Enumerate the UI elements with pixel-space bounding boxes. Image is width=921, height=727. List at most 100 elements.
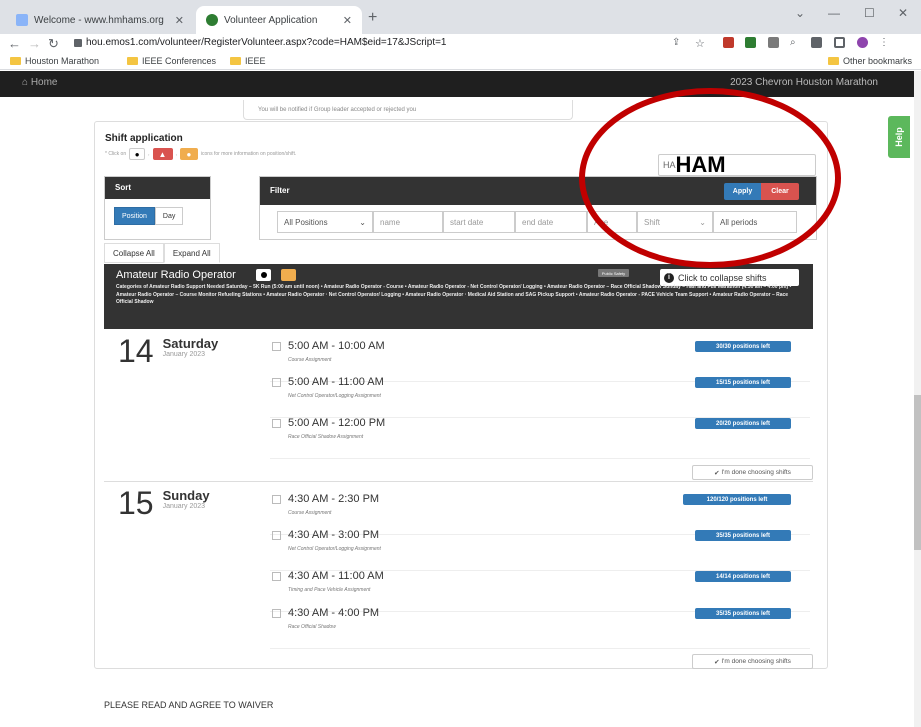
- start-date-input[interactable]: start date: [443, 211, 515, 233]
- shift-time: 4:30 AM - 3:00 PM: [288, 529, 380, 541]
- shift-checkbox[interactable]: [272, 342, 281, 351]
- positions-select[interactable]: All Positions ⌄: [277, 211, 373, 233]
- shift-assignment: Race Official Shadow: [288, 624, 336, 630]
- menu-icon[interactable]: ⋮: [879, 37, 890, 48]
- favicon-icon: [16, 14, 28, 26]
- shift-row[interactable]: 4:30 AM - 4:00 PM Race Official Shadow 3…: [270, 605, 810, 649]
- shift-checkbox[interactable]: [272, 495, 281, 504]
- shift-checkbox[interactable]: [272, 419, 281, 428]
- chevron-down-icon: ⌄: [359, 217, 366, 227]
- shift-assignment: Course Assignment: [288, 510, 332, 516]
- check-icon: ✔: [714, 469, 722, 477]
- other-bookmarks[interactable]: Other bookmarks: [828, 56, 912, 66]
- bookmarks-bar: Houston Marathon IEEE Conferences IEEE O…: [0, 54, 921, 70]
- category-title: Amateur Radio Operator: [116, 269, 236, 281]
- expand-all-tab[interactable]: Expand All: [163, 243, 220, 263]
- shift-assignment: Race Official Shadow Assignment: [288, 434, 364, 440]
- filter-title: Filter: [270, 186, 290, 195]
- shift-checkbox[interactable]: [272, 609, 281, 618]
- positions-left-badge: 35/35 positions left: [695, 530, 791, 541]
- shift-row[interactable]: 5:00 AM - 12:00 PM Race Official Shadow …: [270, 415, 810, 459]
- shift-time: 5:00 AM - 12:00 PM: [288, 417, 386, 429]
- minimize-icon[interactable]: —: [828, 6, 840, 20]
- shift-checkbox[interactable]: [272, 531, 281, 540]
- back-icon[interactable]: ←: [8, 36, 21, 51]
- folder-icon: [828, 57, 839, 65]
- day-month: January 2023: [162, 351, 206, 358]
- sort-buttons: Position Day: [114, 207, 184, 225]
- maximize-icon[interactable]: ☐: [864, 6, 875, 20]
- extension-icon[interactable]: [723, 37, 734, 48]
- close-icon[interactable]: ✕: [343, 14, 352, 27]
- collapse-tabs: Collapse All Expand All: [104, 243, 220, 263]
- address-bar-row: ← → ↻ hou.emos1.com/volunteer/RegisterVo…: [0, 34, 921, 54]
- extension-check-icon[interactable]: [745, 37, 756, 48]
- forward-icon[interactable]: →: [28, 36, 41, 51]
- day-month: January 2023: [162, 503, 206, 510]
- sort-day-button[interactable]: Day: [154, 207, 184, 225]
- tab-volunteer-application[interactable]: Volunteer Application ✕: [196, 6, 362, 34]
- done-choosing-button[interactable]: ✔ I'm done choosing shifts: [692, 465, 813, 480]
- bookmark-houston-marathon[interactable]: Houston Marathon: [10, 56, 99, 66]
- sort-position-button[interactable]: Position: [114, 207, 155, 225]
- category-header: Amateur Radio Operator Public Safety i C…: [104, 264, 813, 329]
- reload-icon[interactable]: ↻: [48, 36, 59, 52]
- favicon-icon: [206, 14, 218, 26]
- sidepanel-icon[interactable]: [834, 37, 845, 48]
- close-window-icon[interactable]: ✕: [898, 6, 908, 20]
- day-name: Saturday: [162, 336, 219, 351]
- search-icon[interactable]: ⌕: [790, 37, 801, 48]
- bookmark-ieee-conferences[interactable]: IEEE Conferences: [127, 56, 216, 66]
- star-icon[interactable]: ☆: [695, 37, 706, 50]
- tab-welcome[interactable]: Welcome - www.hmhams.org ✕: [6, 6, 194, 34]
- annotation-ellipse: [579, 88, 841, 268]
- shift-time: 4:30 AM - 11:00 AM: [288, 570, 384, 582]
- folder-icon: [10, 57, 21, 65]
- bookmark-ieee[interactable]: IEEE: [230, 56, 266, 66]
- day-name: Sunday: [162, 488, 210, 503]
- new-tab-icon[interactable]: +: [368, 9, 377, 27]
- name-input[interactable]: name: [373, 211, 443, 233]
- help-tab[interactable]: Help: [888, 116, 910, 158]
- shift-assignment: Net Control Operator/Logging Assignment: [288, 546, 381, 552]
- shift-assignment: Course Assignment: [288, 357, 332, 363]
- site-navbar: ⌂ Home 2023 Chevron Houston Marathon: [0, 71, 914, 97]
- star-icon[interactable]: [281, 269, 296, 281]
- shift-row[interactable]: 5:00 AM - 11:00 AM Net Control Operator/…: [270, 374, 810, 418]
- day-header-saturday: 14 Saturday January 2023: [118, 333, 219, 369]
- waiver-heading: PLEASE READ AND AGREE TO WAIVER: [104, 700, 274, 710]
- page-title: Shift application: [105, 133, 183, 144]
- lock-icon: [74, 39, 82, 47]
- day-number: 14: [118, 333, 154, 369]
- avatar[interactable]: [857, 37, 868, 48]
- shift-checkbox[interactable]: [272, 572, 281, 581]
- end-date-input[interactable]: end date: [515, 211, 587, 233]
- scrollbar-thumb[interactable]: [914, 395, 921, 550]
- category-description: Categories of Amateur Radio Support Need…: [116, 284, 792, 305]
- close-icon[interactable]: ✕: [175, 14, 184, 27]
- positions-left-badge: 120/120 positions left: [683, 494, 791, 505]
- sort-title: Sort: [105, 177, 210, 199]
- collapse-all-tab[interactable]: Collapse All: [104, 243, 164, 263]
- chevron-down-icon[interactable]: ⌄: [795, 6, 805, 20]
- home-link[interactable]: ⌂ Home: [22, 77, 58, 88]
- puzzle-icon[interactable]: [811, 37, 822, 48]
- url-field[interactable]: hou.emos1.com/volunteer/RegisterVoluntee…: [86, 37, 447, 48]
- share-icon[interactable]: ⇪: [672, 37, 683, 48]
- shift-assignment: Timing and Pace Vehicle Assignment: [288, 587, 371, 593]
- warning-icon: ▲: [152, 148, 173, 160]
- positions-left-badge: 30/30 positions left: [695, 341, 791, 352]
- extension-icon[interactable]: [768, 37, 779, 48]
- info-icon: ●: [129, 148, 146, 160]
- info-icon[interactable]: [256, 269, 271, 281]
- shift-checkbox[interactable]: [272, 378, 281, 387]
- folder-icon: [127, 57, 138, 65]
- public-safety-tag: Public Safety: [598, 269, 629, 277]
- notify-text: You will be notified if Group leader acc…: [258, 107, 417, 113]
- positions-left-badge: 14/14 positions left: [695, 571, 791, 582]
- shift-row[interactable]: 4:30 AM - 3:00 PM Net Control Operator/L…: [270, 527, 810, 571]
- done-choosing-button[interactable]: ✔ I'm done choosing shifts: [692, 654, 813, 669]
- positions-left-badge: 35/35 positions left: [695, 608, 791, 619]
- shift-time: 4:30 AM - 2:30 PM: [288, 493, 380, 505]
- folder-icon: [230, 57, 241, 65]
